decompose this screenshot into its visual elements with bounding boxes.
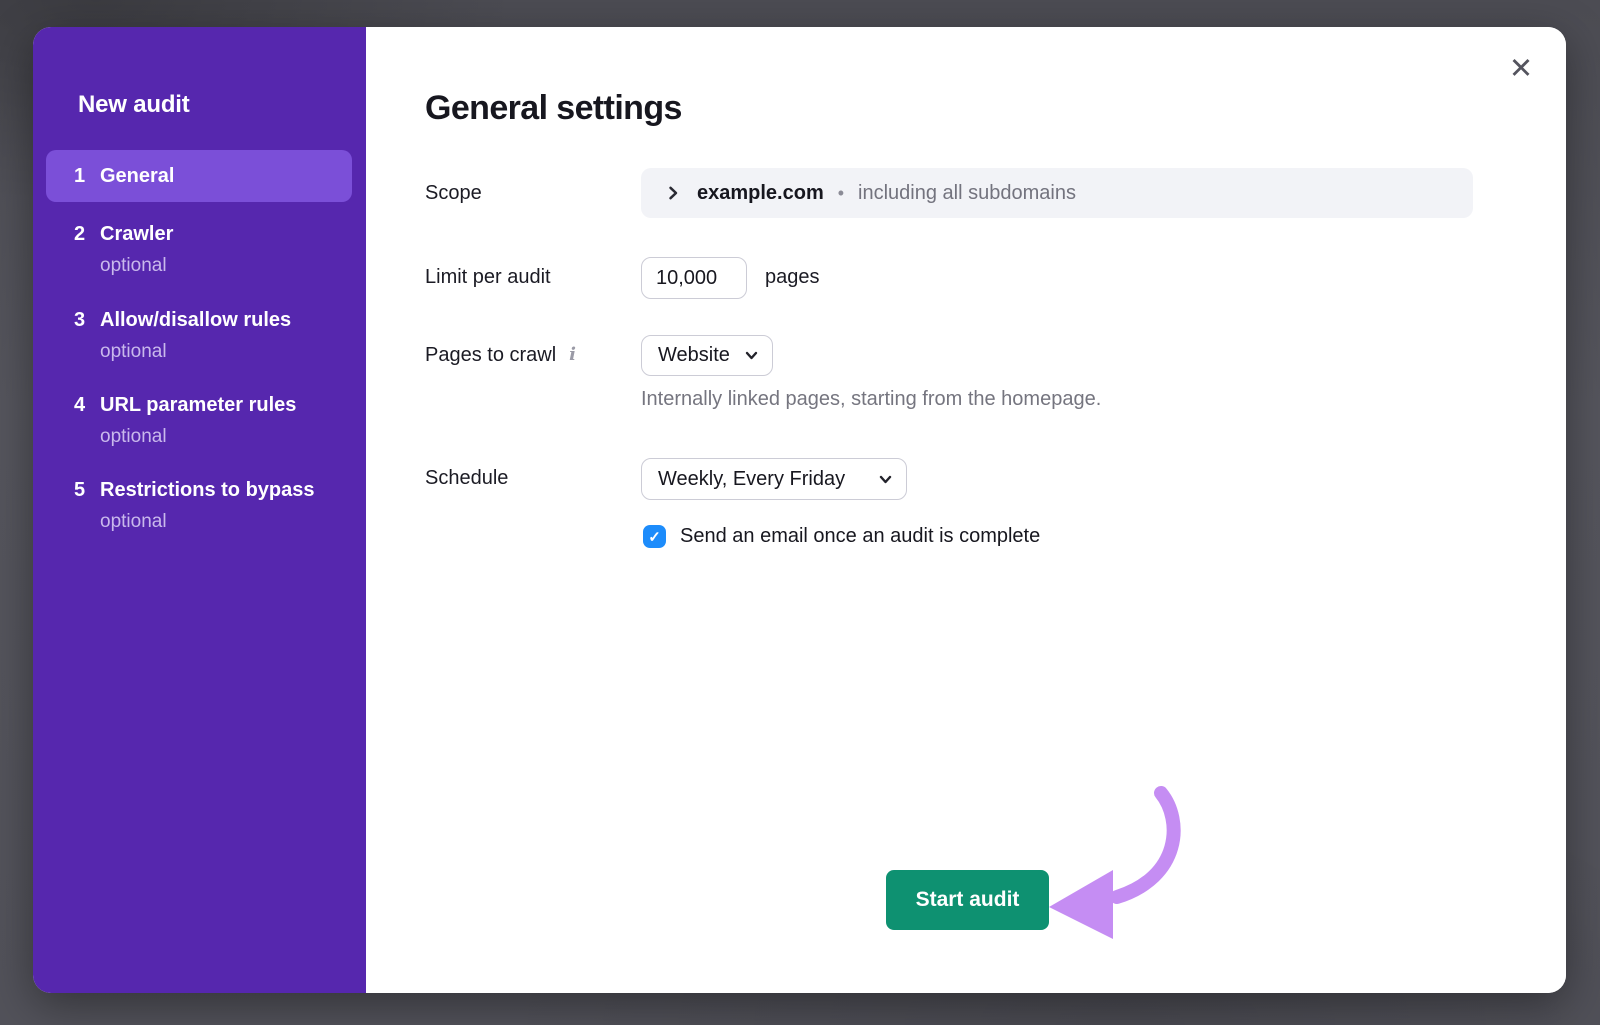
- step-label: Crawler: [100, 219, 173, 250]
- scope-domain: example.com: [697, 182, 824, 205]
- sidebar-title: New audit: [78, 91, 190, 119]
- curved-arrow-icon: [1021, 775, 1186, 965]
- page-title: General settings: [425, 89, 682, 127]
- chevron-right-icon: [665, 185, 681, 201]
- schedule-label: Schedule: [425, 465, 508, 491]
- sidebar-item-allow-disallow-rules[interactable]: 3 Allow/disallow rules optional: [74, 305, 352, 367]
- start-audit-button[interactable]: Start audit: [886, 870, 1049, 930]
- info-icon[interactable]: i: [569, 342, 576, 368]
- general-settings-panel: ✕ General settings Scope example.com • i…: [366, 27, 1566, 993]
- step-number: 2: [74, 219, 100, 250]
- sidebar-item-restrictions-to-bypass[interactable]: 5 Restrictions to bypass optional: [74, 475, 352, 537]
- step-number: 5: [74, 475, 100, 506]
- scope-value-chip[interactable]: example.com • including all subdomains: [641, 168, 1473, 218]
- sidebar-item-crawler[interactable]: 2 Crawler optional: [74, 219, 352, 281]
- chevron-down-icon: [878, 472, 893, 487]
- close-button[interactable]: ✕: [1504, 51, 1538, 85]
- scope-subdomains-note: including all subdomains: [858, 182, 1076, 205]
- scope-label: Scope: [425, 180, 482, 206]
- step-label: URL parameter rules: [100, 390, 296, 421]
- sidebar-item-url-parameter-rules[interactable]: 4 URL parameter rules optional: [74, 390, 352, 452]
- new-audit-modal: New audit 1 General 2 Crawler optional 3…: [33, 27, 1566, 993]
- check-icon: ✓: [648, 528, 661, 546]
- limit-unit: pages: [765, 266, 820, 289]
- limit-input[interactable]: [641, 257, 747, 299]
- pages-to-crawl-label-text: Pages to crawl: [425, 342, 556, 368]
- email-checkbox-label: Send an email once an audit is complete: [680, 525, 1040, 548]
- schedule-value: Weekly, Every Friday: [658, 468, 845, 491]
- email-checkbox-row[interactable]: ✓ Send an email once an audit is complet…: [643, 525, 1040, 548]
- schedule-dropdown[interactable]: Weekly, Every Friday: [641, 458, 907, 500]
- scope-separator-dot: •: [838, 183, 844, 204]
- chevron-down-icon: [744, 348, 759, 363]
- close-icon: ✕: [1509, 51, 1533, 86]
- pages-to-crawl-label: Pages to crawl i: [425, 342, 576, 368]
- steps-sidebar: New audit 1 General 2 Crawler optional 3…: [33, 27, 366, 993]
- email-checkbox[interactable]: ✓: [643, 525, 666, 548]
- step-label: Restrictions to bypass: [100, 475, 315, 506]
- step-optional: optional: [100, 421, 352, 452]
- pages-to-crawl-value: Website: [658, 344, 730, 367]
- limit-label: Limit per audit: [425, 264, 551, 290]
- step-optional: optional: [100, 506, 352, 537]
- step-number: 4: [74, 390, 100, 421]
- sidebar-item-general[interactable]: 1 General: [46, 150, 352, 202]
- step-optional: optional: [100, 336, 352, 367]
- pages-to-crawl-dropdown[interactable]: Website: [641, 335, 773, 376]
- pages-help-text: Internally linked pages, starting from t…: [641, 388, 1101, 411]
- step-number: 1: [74, 165, 100, 188]
- step-label: General: [100, 165, 174, 188]
- step-label: Allow/disallow rules: [100, 305, 291, 336]
- step-optional: optional: [100, 250, 352, 281]
- step-number: 3: [74, 305, 100, 336]
